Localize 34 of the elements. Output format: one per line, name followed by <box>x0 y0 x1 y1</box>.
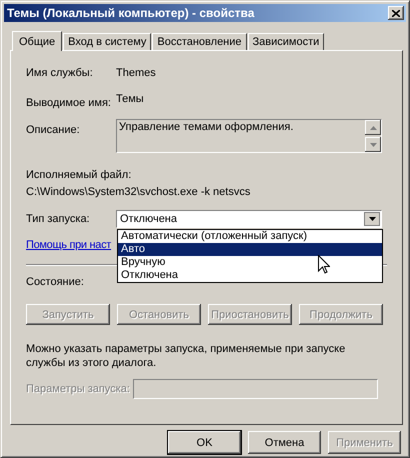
field-label: Имя службы: <box>26 67 94 79</box>
scroll-down-button[interactable] <box>365 137 381 152</box>
field-label: Исполняемый файл: <box>26 169 132 181</box>
field-value: Темы <box>116 93 144 105</box>
startup-type-dropdown[interactable]: Отключена <box>116 210 382 228</box>
dialog-button[interactable]: OK <box>168 431 241 454</box>
field-label: Тип запуска: <box>26 213 91 225</box>
caret-icon <box>368 217 376 221</box>
tab[interactable]: Вход в систему <box>63 33 152 50</box>
dropdown-option[interactable]: Вручную <box>118 256 382 269</box>
mouse-cursor-icon <box>318 255 330 274</box>
tab[interactable]: Восстановление <box>152 33 247 50</box>
close-icon <box>392 10 400 16</box>
down-arrow-icon <box>370 142 376 146</box>
dropdown-option[interactable]: Отключена <box>118 269 382 282</box>
field-label: Параметры запуска: <box>26 383 130 395</box>
scroll-up-button[interactable] <box>365 120 381 135</box>
note-text: Можно указать параметры запуска, применяемые при запуске службы из этого диалога. <box>26 342 346 370</box>
up-arrow-icon <box>370 126 376 130</box>
close-button[interactable] <box>388 6 404 20</box>
description-box: Управление темами оформления. <box>116 119 382 153</box>
tab[interactable]: Общие <box>12 31 62 51</box>
executable-path: C:\Windows\System32\svchost.exe -k netsvcs <box>26 186 252 198</box>
dropdown-button[interactable] <box>364 212 380 226</box>
dialog-button[interactable]: Отмена <box>248 431 321 454</box>
help-link[interactable]: Помощь при наст <box>26 239 112 251</box>
field-value: Themes <box>116 67 156 79</box>
dropdown-option[interactable]: Авто <box>118 243 382 256</box>
field-label: Выводимое имя: <box>26 97 112 109</box>
field-label: Состояние: <box>26 276 84 288</box>
window-title: Темы (Локальный компьютер) - свойства <box>7 6 254 20</box>
dropdown-option[interactable]: Автоматически (отложенный запуск) <box>118 230 382 243</box>
tab[interactable]: Зависимости <box>248 33 324 50</box>
field-label: Описание: <box>26 124 81 136</box>
